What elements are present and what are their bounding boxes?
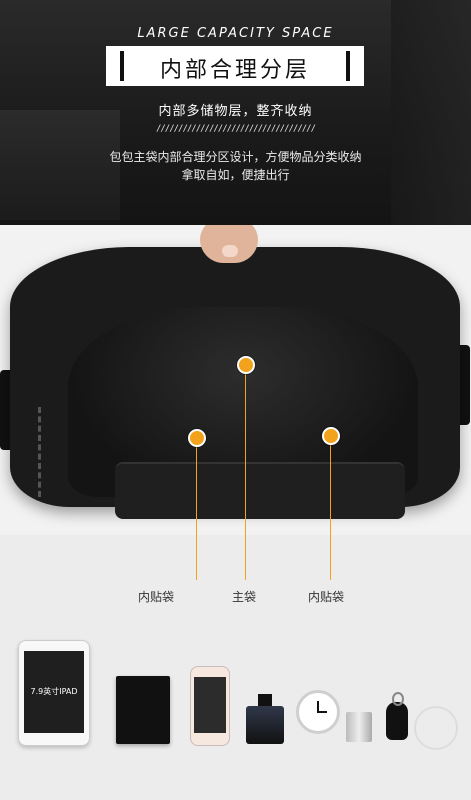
label-inner-pocket-left: 内贴袋 bbox=[138, 590, 175, 604]
items-shelf: 7.9英寸IPAD bbox=[0, 620, 471, 800]
ipad-icon: 7.9英寸IPAD bbox=[18, 640, 90, 746]
bag-inner-pocket bbox=[115, 462, 405, 519]
callout-dot-left bbox=[188, 429, 206, 447]
wallet-icon bbox=[116, 676, 170, 744]
description-line-1: 包包主袋内部合理分区设计，方便物品分类收纳 bbox=[109, 150, 362, 164]
hand-image bbox=[200, 225, 258, 263]
watch-icon bbox=[296, 673, 340, 755]
bag-body bbox=[10, 247, 460, 519]
label-inner-pocket-right: 内贴袋 bbox=[308, 590, 345, 604]
ipad-screen: 7.9英寸IPAD bbox=[24, 651, 84, 733]
bag-zipper bbox=[38, 407, 55, 497]
divider-slashes: //////////////////////////////////// bbox=[155, 124, 316, 134]
page-title: 内部合理分层 bbox=[159, 58, 310, 83]
power-bank-icon bbox=[346, 712, 372, 742]
callout-dot-center bbox=[237, 356, 255, 374]
hero-tagline: LARGE CAPACITY SPACE bbox=[137, 26, 334, 41]
description-line-2: 拿取自如，便捷出行 bbox=[181, 168, 290, 182]
page-subtitle: 内部多储物层，整齐收纳 bbox=[158, 104, 313, 119]
key-pouch-icon bbox=[386, 692, 408, 740]
title-bar-right bbox=[346, 51, 350, 81]
earphones-icon bbox=[414, 706, 458, 750]
product-detail-page: LARGE CAPACITY SPACE 内部合理分层 内部多储物层，整齐收纳 … bbox=[0, 0, 471, 800]
title-box: 内部合理分层 bbox=[106, 46, 364, 86]
phone-icon bbox=[190, 666, 230, 746]
pocket-labels: 内贴袋 主袋 内贴袋 bbox=[0, 588, 471, 608]
callout-line-right bbox=[330, 443, 331, 580]
perfume-icon bbox=[246, 694, 284, 744]
callout-line-left bbox=[196, 445, 197, 580]
bag-photo bbox=[0, 225, 471, 535]
hero-banner: LARGE CAPACITY SPACE 内部合理分层 内部多储物层，整齐收纳 … bbox=[0, 0, 471, 225]
description: 包包主袋内部合理分区设计，方便物品分类收纳 拿取自如，便捷出行 bbox=[0, 148, 471, 184]
callout-dot-right bbox=[322, 427, 340, 445]
label-main-pocket: 主袋 bbox=[232, 590, 257, 604]
callout-line-center bbox=[245, 372, 246, 580]
ipad-label: 7.9英寸IPAD bbox=[30, 687, 78, 696]
